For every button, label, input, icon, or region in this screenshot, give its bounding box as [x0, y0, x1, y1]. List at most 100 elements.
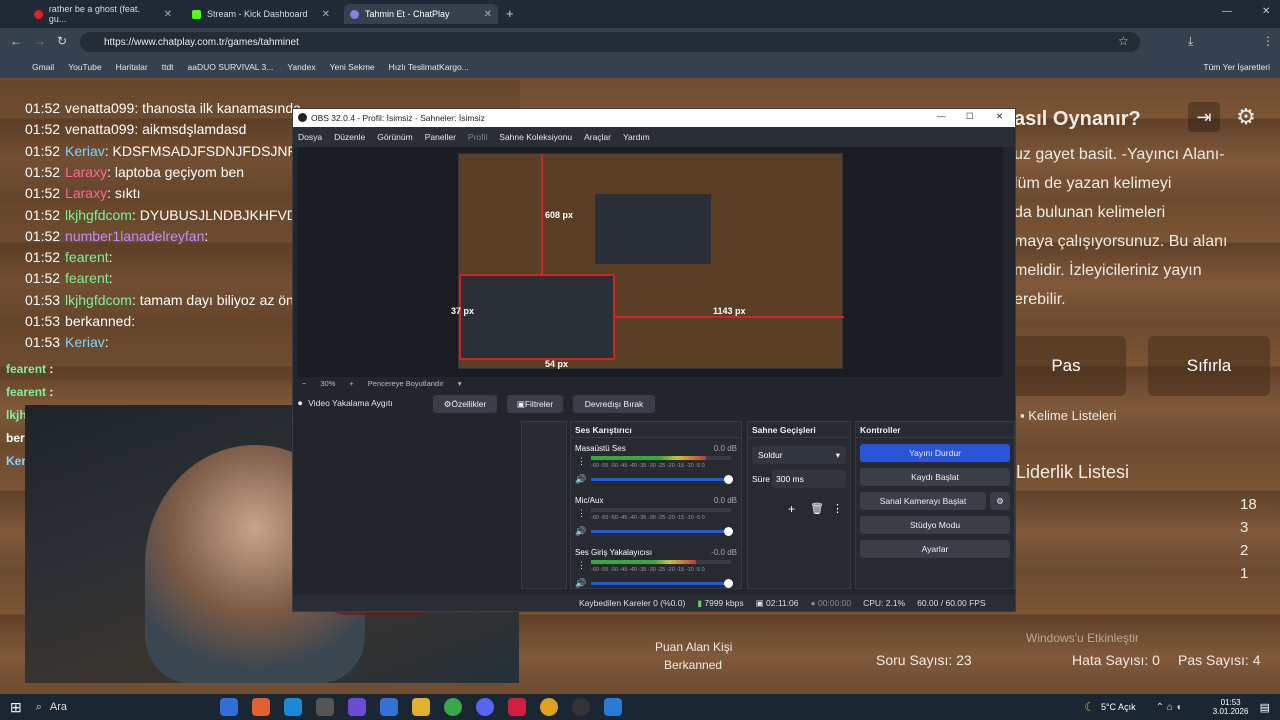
notification-icon[interactable]: ▤	[1260, 701, 1270, 714]
all-bookmarks[interactable]: Tüm Yer İşaretleri	[1203, 62, 1270, 72]
obs-menu-item[interactable]: Yardım	[623, 132, 650, 142]
chat-user[interactable]: lkjhgfdcom	[65, 292, 132, 308]
tab-music[interactable]: rather be a ghost (feat. gu... ✕	[28, 4, 178, 24]
bookmark-gmail[interactable]: Gmail	[32, 62, 54, 72]
reload-icon[interactable]: ↻	[57, 34, 67, 48]
back-icon[interactable]: ←	[10, 34, 22, 48]
close-icon[interactable]: ✕	[996, 111, 1003, 122]
word-lists-link[interactable]: ▪ Kelime Listeleri	[1020, 408, 1116, 423]
pass-button[interactable]: Pas	[1006, 336, 1126, 396]
minimize-icon[interactable]: —	[937, 111, 946, 121]
close-tab-icon[interactable]: ✕	[322, 9, 330, 20]
duration-input[interactable]: 300 ms	[772, 470, 846, 488]
tab-kick[interactable]: Stream - Kick Dashboard ✕	[186, 4, 336, 24]
speaker-icon[interactable]: 🔊	[575, 578, 586, 589]
edge-icon[interactable]	[283, 698, 302, 716]
start-recording-button[interactable]: Kaydı Başlat	[860, 468, 1010, 486]
obs-menu-item[interactable]: Sahne Koleksiyonu	[499, 132, 572, 142]
chat-user[interactable]: fearent	[65, 270, 109, 286]
add-icon[interactable]: +	[788, 502, 795, 516]
close-tab-icon[interactable]: ✕	[164, 9, 172, 20]
volume-slider[interactable]	[591, 475, 733, 484]
obs-menu-item[interactable]: Düzenle	[334, 132, 365, 142]
more-icon[interactable]: ⋮	[577, 456, 586, 467]
taskbar-search[interactable]: ⌕ Ara	[36, 697, 206, 717]
chrome-icon[interactable]	[539, 698, 558, 716]
weather[interactable]: 5°C Açık	[1101, 702, 1136, 712]
deactivate-button[interactable]: Devredışı Bırak	[573, 395, 655, 413]
more-icon[interactable]: ⋮	[577, 508, 586, 519]
more-icon[interactable]: ⋮	[577, 560, 586, 571]
speaker-icon[interactable]: 🔊	[575, 526, 586, 537]
obs-icon[interactable]	[571, 698, 590, 716]
maximize-icon[interactable]: ☐	[966, 111, 974, 122]
task-view-icon[interactable]	[219, 698, 238, 716]
chat-user[interactable]: venatta099	[65, 100, 134, 116]
zoom-in-icon[interactable]: +	[349, 379, 353, 388]
filters-button[interactable]: ▣ Filtreler	[507, 395, 563, 413]
fit-to-window[interactable]: Pencereye Boyutlandır	[368, 379, 444, 388]
exit-icon[interactable]: ⇥	[1188, 102, 1220, 132]
gear-icon[interactable]: ⚙	[1230, 102, 1262, 132]
trash-icon[interactable]: 🗑	[810, 502, 824, 515]
steam-icon[interactable]	[603, 698, 622, 716]
mail-icon[interactable]	[379, 698, 398, 716]
speaker-icon[interactable]: 🔊	[575, 474, 586, 485]
settings-button[interactable]: Ayarlar	[860, 540, 1010, 558]
obs-menu-item[interactable]: Araçlar	[584, 132, 611, 142]
folder-icon[interactable]	[411, 698, 430, 716]
close-tab-icon[interactable]: ✕	[484, 9, 492, 20]
transition-select[interactable]: Soldur ▾	[752, 446, 846, 464]
stop-stream-button[interactable]: Yayını Durdur	[860, 444, 1010, 462]
bookmark-ttdt[interactable]: ttdt	[162, 62, 174, 72]
new-tab-icon[interactable]: +	[506, 6, 514, 21]
obs-menu-item[interactable]: Dosya	[298, 132, 322, 142]
bookmark-yandex[interactable]: Yandex	[287, 62, 315, 72]
minimize-icon[interactable]: —	[1222, 6, 1232, 17]
chat-user[interactable]: Laraxy	[65, 185, 107, 201]
chevron-down-icon[interactable]: ▾	[458, 379, 462, 388]
menu-icon[interactable]: ⋮	[1262, 34, 1274, 48]
obs-preview[interactable]: 608 px 37 px 1143 px 54 px	[298, 147, 1003, 377]
tray-icons[interactable]: ⌃ ⌂ ◖	[1156, 702, 1182, 713]
gear-icon[interactable]: ⚙	[990, 492, 1010, 510]
studio-mode-button[interactable]: Stüdyo Modu	[860, 516, 1010, 534]
discord-icon[interactable]	[475, 698, 494, 716]
volume-slider[interactable]	[591, 527, 733, 536]
bookmark-maps[interactable]: Haritalar	[116, 62, 148, 72]
copilot-icon[interactable]	[251, 698, 270, 716]
address-bar[interactable]: https://www.chatplay.com.tr/games/tahmin…	[80, 32, 1140, 52]
volume-slider[interactable]	[591, 579, 733, 588]
obs-menu-item[interactable]: Görünüm	[377, 132, 412, 142]
chat-user[interactable]: venatta099	[65, 121, 134, 137]
bookmark-kargo[interactable]: Hızlı TeslimatKargo...	[389, 62, 469, 72]
close-window-icon[interactable]: ✕	[1262, 6, 1270, 17]
tab-chatplay[interactable]: Tahmin Et - ChatPlay ✕	[344, 4, 498, 24]
more-icon[interactable]: ⋮	[832, 502, 843, 515]
chat-user[interactable]: Keriav	[65, 334, 105, 350]
bookmark-star-icon[interactable]: ☆	[1118, 34, 1129, 48]
chat-user[interactable]: fearent	[65, 249, 109, 265]
store-icon[interactable]	[315, 698, 334, 716]
chat-user[interactable]: berkanned	[65, 313, 131, 329]
app-icon[interactable]	[347, 698, 366, 716]
obs-menu-item[interactable]: Profil	[468, 132, 487, 142]
download-icon[interactable]: ⤓	[1188, 34, 1193, 49]
properties-button[interactable]: ⚙ Özellikler	[433, 395, 497, 413]
bookmark-duo[interactable]: aaDUO SURVIVAL 3...	[188, 62, 274, 72]
start-virtual-camera-button[interactable]: Sanal Kamerayı Başlat	[860, 492, 986, 510]
preview-webcam-source[interactable]	[459, 274, 615, 360]
forward-icon[interactable]: →	[34, 34, 46, 48]
chat-user[interactable]: lkjhgfdcom	[65, 207, 132, 223]
obs-menu-item[interactable]: Paneller	[425, 132, 456, 142]
windows-start-icon[interactable]: ⊞	[10, 699, 22, 716]
bookmark-new-tab[interactable]: Yeni Sekme	[330, 62, 375, 72]
chat-user[interactable]: number1lanadelreyfan	[65, 228, 204, 244]
app-icon[interactable]	[507, 698, 526, 716]
chrome-icon[interactable]	[443, 698, 462, 716]
chat-user[interactable]: Keriav	[65, 143, 105, 159]
bookmark-youtube[interactable]: YouTube	[68, 62, 101, 72]
chat-user[interactable]: Laraxy	[65, 164, 107, 180]
zoom-out-icon[interactable]: −	[302, 379, 306, 388]
reset-button[interactable]: Sıfırla	[1148, 336, 1270, 396]
